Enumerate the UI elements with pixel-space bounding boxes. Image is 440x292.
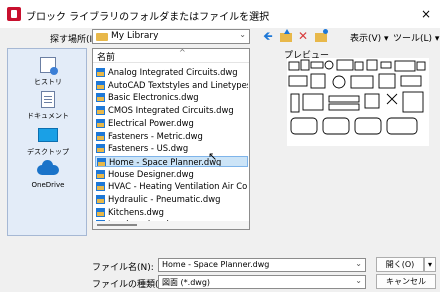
- horizontal-scrollbar[interactable]: [93, 221, 249, 229]
- close-button[interactable]: ×: [418, 6, 434, 22]
- desktop-icon: [38, 128, 58, 142]
- file-list-item[interactable]: HVAC - Heating Ventilation Air Condition…: [95, 181, 248, 192]
- file-name: Analog Integrated Circuits.dwg: [108, 67, 238, 77]
- tools-menu[interactable]: ツール(L) ▾: [393, 31, 439, 44]
- filetype-dropdown[interactable]: 図面 (*.dwg) ⌄: [158, 275, 366, 289]
- scrollbar-thumb[interactable]: [97, 224, 137, 226]
- file-list-item[interactable]: Hydraulic - Pneumatic.dwg: [95, 194, 248, 205]
- dwg-file-icon: [97, 157, 106, 166]
- new-folder-icon[interactable]: [315, 29, 328, 43]
- dwg-file-icon: [96, 144, 105, 154]
- up-folder-icon[interactable]: [280, 29, 292, 43]
- documents-icon: [41, 91, 55, 108]
- file-list-item[interactable]: Basic Electronics.dwg: [95, 92, 248, 103]
- places-bar: ヒストリ ドキュメント デスクトップ OneDrive: [7, 48, 87, 236]
- window-title: ブロック ライブラリのフォルダまたはファイルを選択: [26, 12, 270, 23]
- place-label: デスクトップ: [27, 148, 69, 156]
- mouse-cursor-icon: ↖: [208, 150, 218, 163]
- title-bar: ブロック ライブラリのフォルダまたはファイルを選択 ×: [0, 0, 440, 28]
- file-list-item[interactable]: Fasteners - US.dwg: [95, 143, 248, 154]
- file-name: Kitchens.dwg: [108, 206, 164, 217]
- dwg-file-icon: [96, 207, 105, 217]
- open-button[interactable]: 開く(O): [376, 257, 424, 272]
- file-list-item[interactable]: AutoCAD Textstyles and Linetypes.dwg: [95, 80, 248, 91]
- drawing-preview-thumbnail: [288, 59, 426, 135]
- file-name: House Designer.dwg: [108, 168, 194, 179]
- dwg-file-icon: [96, 131, 105, 141]
- filename-dropdown[interactable]: Home - Space Planner.dwg ⌄: [158, 258, 366, 272]
- file-list-item[interactable]: Analog Integrated Circuits.dwg: [95, 67, 248, 78]
- dwg-file-icon: [96, 118, 105, 128]
- view-menu[interactable]: 表示(V) ▾: [350, 31, 389, 44]
- open-options-dropdown[interactable]: ▾: [424, 257, 436, 272]
- file-name: Electrical Power.dwg: [108, 117, 194, 128]
- place-onedrive[interactable]: OneDrive: [8, 159, 88, 195]
- file-name: Hydraulic - Pneumatic.dwg: [108, 194, 221, 204]
- file-list-item[interactable]: House Designer.dwg: [95, 169, 248, 180]
- place-label: ドキュメント: [27, 112, 69, 120]
- place-history[interactable]: ヒストリ: [8, 55, 88, 91]
- column-header-name[interactable]: 名前 ^: [93, 49, 249, 63]
- file-name: Fasteners - US.dwg: [108, 143, 189, 154]
- place-label: OneDrive: [31, 181, 65, 189]
- preview-pane: [287, 58, 429, 146]
- file-name: Basic Electronics.dwg: [108, 92, 199, 103]
- filename-value: Home - Space Planner.dwg: [162, 260, 270, 269]
- lookin-value: My Library: [111, 31, 159, 41]
- file-list-item[interactable]: Kitchens.dwg: [95, 207, 248, 218]
- cancel-button[interactable]: キャンセル: [376, 274, 436, 289]
- onedrive-icon: [37, 160, 59, 175]
- dwg-file-icon: [96, 93, 105, 103]
- chevron-down-icon: ⌄: [355, 276, 362, 285]
- place-desktop[interactable]: デスクトップ: [8, 125, 88, 161]
- chevron-down-icon: ⌄: [239, 30, 246, 39]
- sort-arrow-icon: ^: [179, 48, 186, 57]
- chevron-down-icon: ⌄: [355, 259, 362, 268]
- file-name: AutoCAD Textstyles and Linetypes.dwg: [108, 79, 248, 90]
- delete-icon[interactable]: ✕: [298, 29, 308, 43]
- dwg-file-icon: [96, 106, 105, 116]
- dwg-file-icon: [96, 169, 105, 179]
- dwg-file-icon: [96, 80, 105, 90]
- autocad-app-icon: [7, 7, 21, 21]
- file-name: Home - Space Planner.dwg: [109, 156, 222, 167]
- place-label: ヒストリ: [34, 78, 62, 86]
- file-list-item[interactable]: Electrical Power.dwg: [95, 118, 248, 129]
- filetype-value: 図面 (*.dwg): [162, 278, 211, 287]
- history-icon: [40, 57, 58, 75]
- dwg-file-icon: [96, 68, 105, 77]
- dwg-file-icon: [96, 182, 105, 192]
- file-list[interactable]: 名前 ^ Analog Integrated Circuits.dwg AutoC…: [92, 48, 250, 230]
- back-arrow-icon[interactable]: 🡸: [263, 29, 273, 43]
- folder-icon: [96, 33, 108, 41]
- dwg-file-icon: [96, 195, 105, 204]
- file-name: CMOS Integrated Circuits.dwg: [108, 105, 234, 116]
- file-name: HVAC - Heating Ventilation Air Condition…: [108, 181, 248, 192]
- filename-label: ファイル名(N):: [92, 263, 154, 273]
- file-list-item[interactable]: Fasteners - Metric.dwg: [95, 131, 248, 142]
- file-list-item[interactable]: CMOS Integrated Circuits.dwg: [95, 105, 248, 116]
- file-list-item[interactable]: Home - Space Planner.dwg: [95, 155, 248, 167]
- file-name: Fasteners - Metric.dwg: [108, 130, 203, 141]
- lookin-dropdown[interactable]: My Library ⌄: [92, 29, 250, 44]
- place-documents[interactable]: ドキュメント: [8, 89, 88, 125]
